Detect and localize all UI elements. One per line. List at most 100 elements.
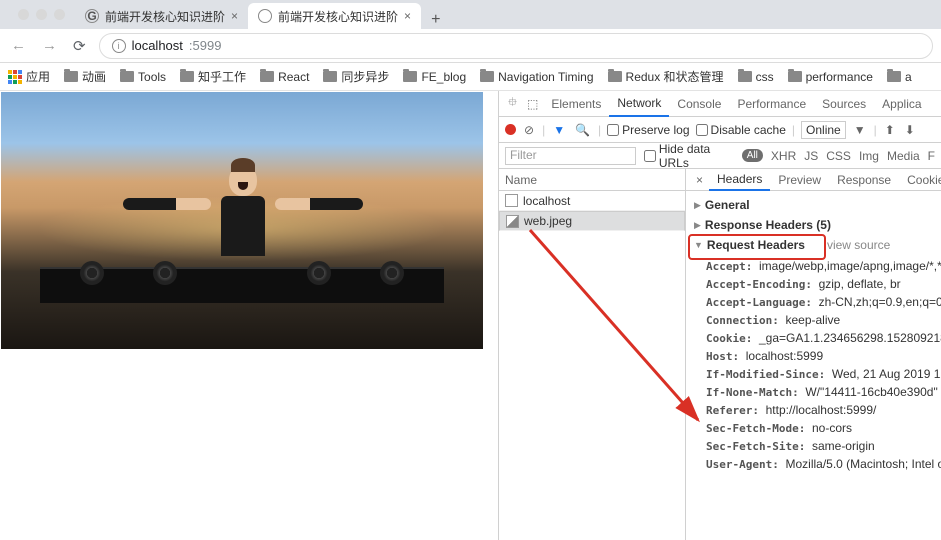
tab-console[interactable]: Console bbox=[669, 91, 729, 116]
tab-title: 前端开发核心知识进阶 bbox=[278, 8, 398, 25]
close-detail-icon[interactable]: × bbox=[690, 173, 709, 187]
folder-icon bbox=[64, 71, 78, 82]
upload-icon[interactable]: ⬆ bbox=[883, 123, 897, 137]
close-icon[interactable]: × bbox=[404, 9, 411, 23]
devtools-tabs: ⯐ ⬚ Elements Network Console Performance… bbox=[499, 91, 941, 117]
request-row[interactable]: web.jpeg bbox=[499, 211, 685, 231]
bookmark-item[interactable]: 知乎工作 bbox=[180, 68, 246, 85]
tab-title: 前端开发核心知识进阶 bbox=[105, 8, 225, 25]
section-response-headers[interactable]: ▶Response Headers (5) bbox=[686, 215, 941, 235]
bookmark-item[interactable]: performance bbox=[788, 70, 873, 84]
bookmark-item[interactable]: Redux 和状态管理 bbox=[608, 68, 724, 85]
header-row: Accept: image/webp,image/apng,image/*,*/… bbox=[706, 257, 941, 275]
doc-icon bbox=[505, 194, 518, 207]
bookmarks-bar: 应用 动画 Tools 知乎工作 React 同步异步 FE_blog Navi… bbox=[0, 63, 941, 91]
tab-sources[interactable]: Sources bbox=[814, 91, 874, 116]
inspect-icon[interactable]: ⯐ bbox=[503, 93, 522, 114]
url-input[interactable]: i localhost:5999 bbox=[99, 33, 933, 59]
request-headers-list: Accept: image/webp,image/apng,image/*,*/… bbox=[686, 255, 941, 475]
tab-elements[interactable]: Elements bbox=[543, 91, 609, 116]
traffic-close[interactable] bbox=[18, 9, 29, 20]
favicon-icon: G bbox=[85, 9, 99, 23]
reload-button[interactable]: ⟳ bbox=[70, 37, 89, 55]
filter-js[interactable]: JS bbox=[804, 149, 818, 163]
hide-data-urls-checkbox[interactable]: Hide data URLs bbox=[644, 142, 734, 170]
folder-icon bbox=[788, 71, 802, 82]
apps-button[interactable]: 应用 bbox=[8, 68, 50, 85]
favicon-icon bbox=[258, 9, 272, 23]
header-row: If-Modified-Since: Wed, 21 Aug 2019 12:0… bbox=[706, 365, 941, 383]
filter-all[interactable]: All bbox=[742, 149, 763, 162]
header-row: Cookie: _ga=GA1.1.234656298.1528092185; … bbox=[706, 329, 941, 347]
section-general[interactable]: ▶General bbox=[686, 195, 941, 215]
tab-performance[interactable]: Performance bbox=[729, 91, 814, 116]
folder-icon bbox=[480, 71, 494, 82]
detail-tabs: × Headers Preview Response Cookies Tir bbox=[686, 169, 941, 191]
tab-response[interactable]: Response bbox=[829, 169, 899, 190]
clear-icon[interactable]: ⊘ bbox=[522, 123, 536, 137]
folder-icon bbox=[260, 71, 274, 82]
page-image bbox=[1, 92, 483, 349]
device-icon[interactable]: ⬚ bbox=[522, 97, 543, 111]
site-info-icon[interactable]: i bbox=[112, 39, 126, 53]
tab-application[interactable]: Applica bbox=[874, 91, 929, 116]
bookmark-item[interactable]: React bbox=[260, 70, 309, 84]
chevron-down-icon[interactable]: ▼ bbox=[852, 123, 868, 137]
network-toolbar: ⊘ | ▼ 🔍 | Preserve log Disable cache | O… bbox=[499, 117, 941, 143]
bookmark-item[interactable]: a bbox=[887, 70, 912, 84]
new-tab-button[interactable]: + bbox=[421, 11, 450, 29]
bookmark-item[interactable]: 同步异步 bbox=[323, 68, 389, 85]
filter-media[interactable]: Media bbox=[887, 149, 920, 163]
network-filter-bar: Filter Hide data URLs All XHR JS CSS Img… bbox=[499, 143, 941, 169]
preserve-log-checkbox[interactable]: Preserve log bbox=[607, 123, 689, 137]
header-row: User-Agent: Mozilla/5.0 (Macintosh; Inte… bbox=[706, 455, 941, 473]
filter-icon[interactable]: ▼ bbox=[551, 123, 567, 137]
folder-icon bbox=[323, 71, 337, 82]
forward-button[interactable]: → bbox=[39, 37, 60, 54]
tab-cookies[interactable]: Cookies bbox=[899, 169, 941, 190]
close-icon[interactable]: × bbox=[231, 9, 238, 23]
view-source-link[interactable]: view source bbox=[827, 238, 890, 252]
header-row: Connection: keep-alive bbox=[706, 311, 941, 329]
filter-input[interactable]: Filter bbox=[505, 147, 636, 165]
address-bar: ← → ⟳ i localhost:5999 bbox=[0, 29, 941, 63]
page-viewport bbox=[0, 91, 498, 540]
request-row[interactable]: localhost bbox=[499, 191, 685, 211]
traffic-min[interactable] bbox=[36, 9, 47, 20]
search-icon[interactable]: 🔍 bbox=[573, 123, 592, 137]
header-row: If-None-Match: W/"14411-16cb40e390d" bbox=[706, 383, 941, 401]
bookmark-item[interactable]: 动画 bbox=[64, 68, 106, 85]
download-icon[interactable]: ⬇ bbox=[903, 123, 917, 137]
tab-network[interactable]: Network bbox=[609, 92, 669, 117]
tab-preview[interactable]: Preview bbox=[770, 169, 829, 190]
header-row: Accept-Encoding: gzip, deflate, br bbox=[706, 275, 941, 293]
header-row: Sec-Fetch-Mode: no-cors bbox=[706, 419, 941, 437]
browser-tab-1[interactable]: 前端开发核心知识进阶 × bbox=[248, 3, 421, 29]
name-column-header[interactable]: Name bbox=[499, 169, 685, 191]
bookmark-item[interactable]: FE_blog bbox=[403, 70, 466, 84]
disable-cache-checkbox[interactable]: Disable cache bbox=[696, 123, 786, 137]
bookmark-item[interactable]: Tools bbox=[120, 70, 166, 84]
header-row: Referer: http://localhost:5999/ bbox=[706, 401, 941, 419]
bookmark-item[interactable]: Navigation Timing bbox=[480, 70, 593, 84]
back-button[interactable]: ← bbox=[8, 37, 29, 54]
filter-xhr[interactable]: XHR bbox=[771, 149, 796, 163]
window-controls bbox=[8, 0, 75, 29]
folder-icon bbox=[180, 71, 194, 82]
filter-img[interactable]: Img bbox=[859, 149, 879, 163]
browser-tab-0[interactable]: G 前端开发核心知识进阶 × bbox=[75, 3, 248, 29]
filter-font[interactable]: F bbox=[928, 149, 935, 163]
apps-icon bbox=[8, 70, 22, 84]
tab-headers[interactable]: Headers bbox=[709, 170, 770, 191]
folder-icon bbox=[608, 71, 622, 82]
folder-icon bbox=[738, 71, 752, 82]
throttling-select[interactable]: Online bbox=[801, 121, 846, 139]
bookmark-item[interactable]: css bbox=[738, 70, 774, 84]
triangle-down-icon: ▼ bbox=[694, 240, 703, 250]
tab-strip: G 前端开发核心知识进阶 × 前端开发核心知识进阶 × + bbox=[0, 0, 941, 29]
record-button[interactable] bbox=[505, 124, 516, 135]
request-detail: × Headers Preview Response Cookies Tir ▶… bbox=[686, 169, 941, 540]
section-request-headers[interactable]: ▼Request Headersview source bbox=[686, 235, 941, 255]
filter-css[interactable]: CSS bbox=[826, 149, 851, 163]
traffic-max[interactable] bbox=[54, 9, 65, 20]
